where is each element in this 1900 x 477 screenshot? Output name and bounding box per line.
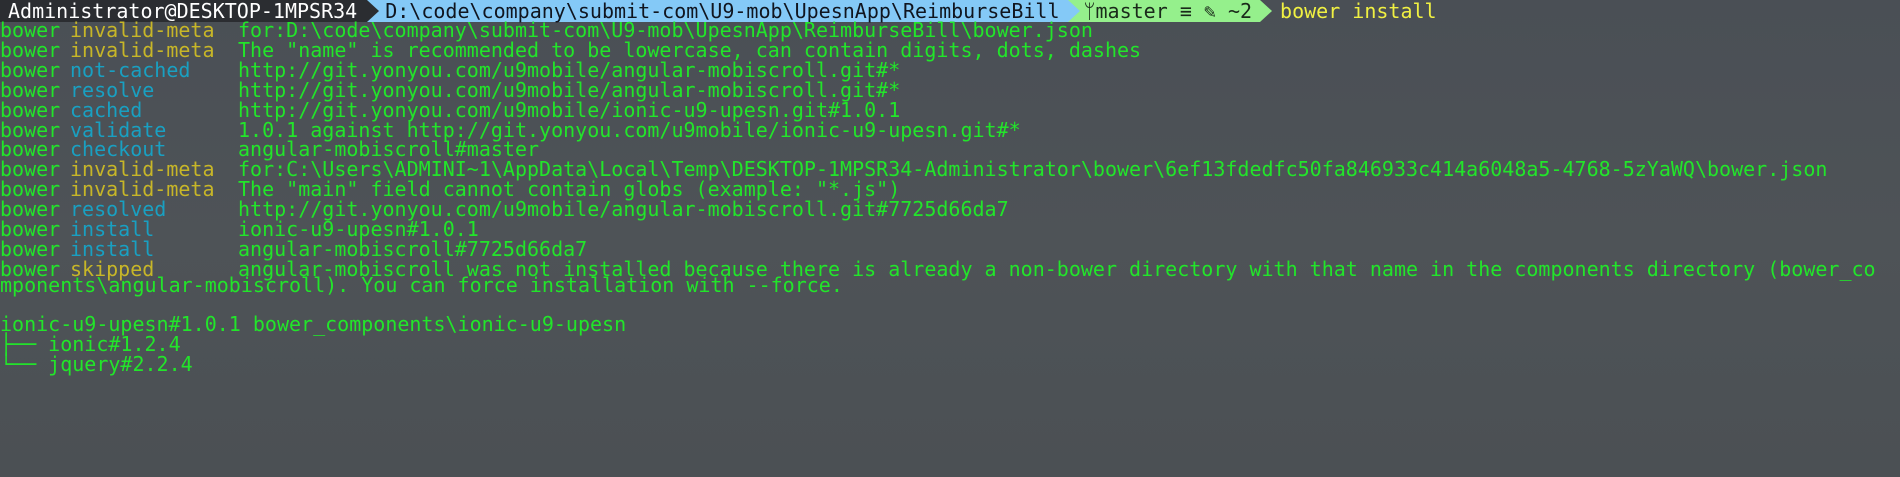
tree-branch-icon: └── (0, 352, 49, 376)
typed-command: bower install (1280, 0, 1437, 23)
prompt-git-status: ᛘmaster ≡ ✎ ~2 (1079, 0, 1261, 22)
dependency-tree-item: └── jquery#2.2.4 (0, 352, 193, 376)
terminal-window[interactable]: Administrator@DESKTOP-1MPSR34 D:\code\co… (0, 0, 1900, 477)
dependency-name: jquery#2.2.4 (48, 352, 193, 376)
prompt-separator-arrow-icon (1260, 0, 1273, 22)
output-wrapped-line: mponents\angular-mobiscroll). You can fo… (0, 273, 843, 297)
